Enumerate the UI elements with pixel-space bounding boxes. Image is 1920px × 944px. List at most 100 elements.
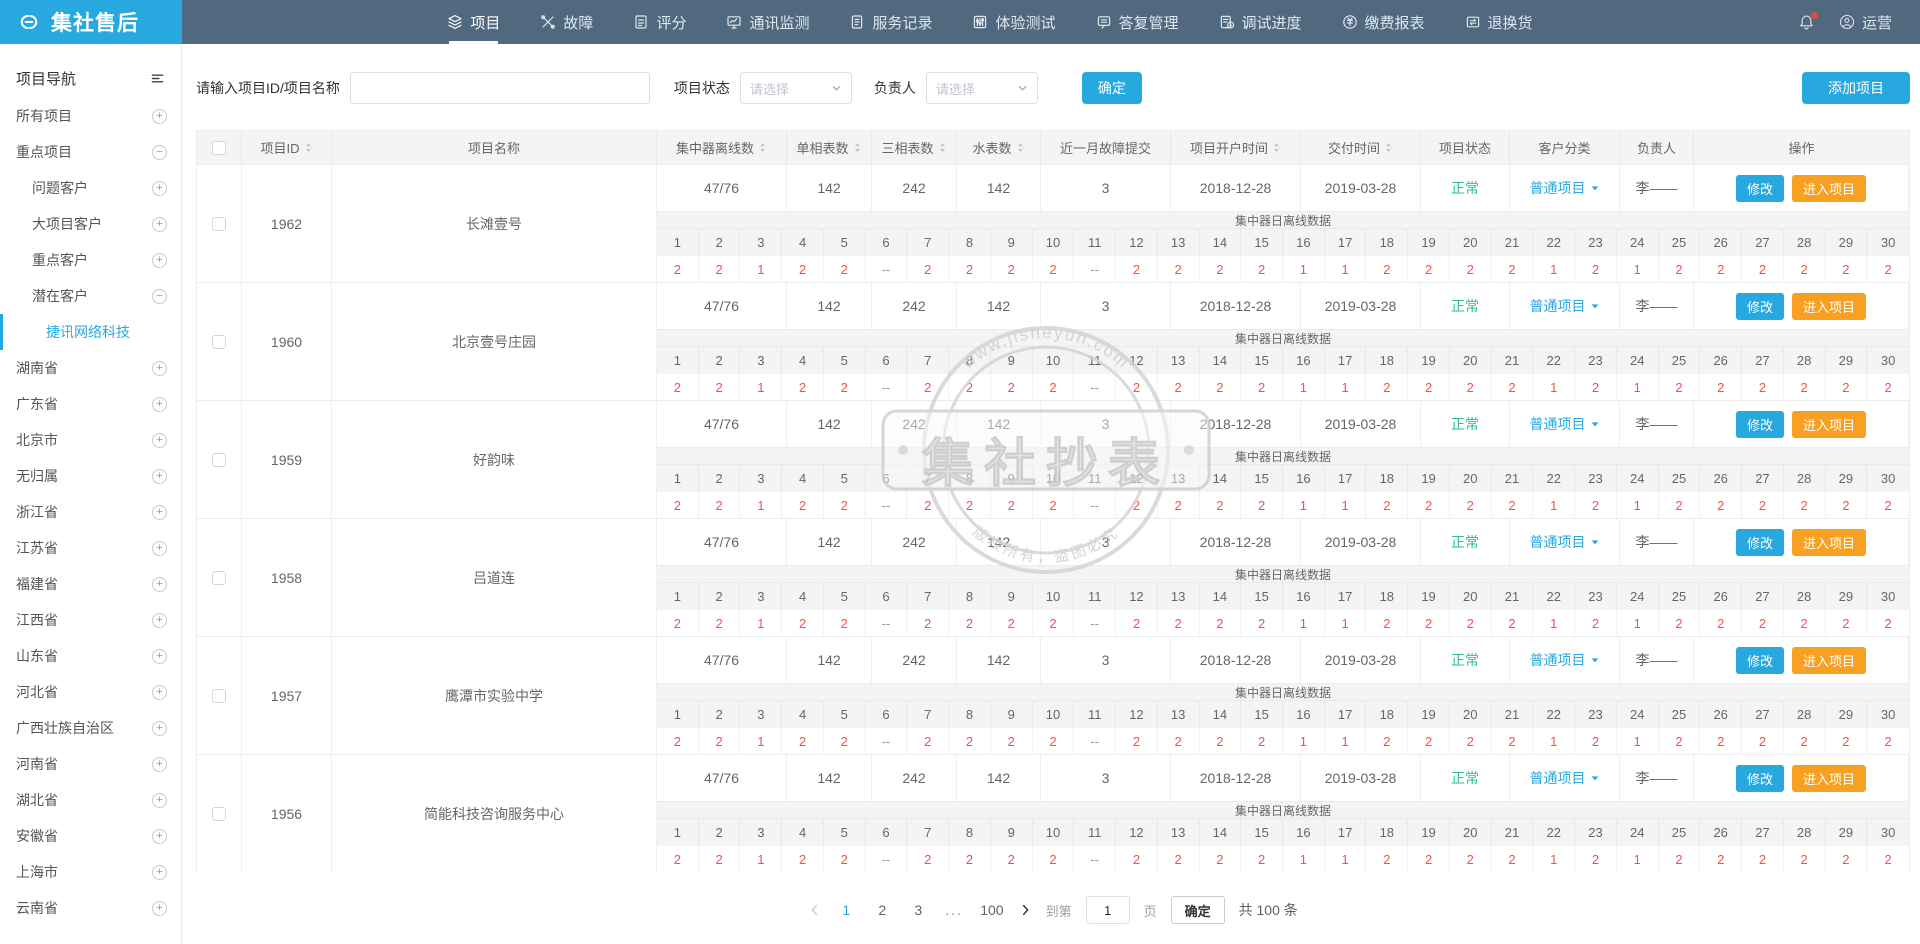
- next-page-button[interactable]: [1018, 903, 1032, 917]
- row-checkbox[interactable]: [212, 571, 226, 585]
- nav-item-returns[interactable]: 退换货: [1465, 0, 1533, 44]
- sidebar-item-guangdong[interactable]: 广东省+: [0, 386, 181, 422]
- edit-button[interactable]: 修改: [1736, 411, 1784, 438]
- customer-category-dropdown[interactable]: 普通项目: [1510, 283, 1620, 329]
- edit-button[interactable]: 修改: [1736, 647, 1784, 674]
- expand-icon[interactable]: +: [152, 901, 167, 916]
- add-project-button[interactable]: 添加项目: [1802, 72, 1910, 104]
- column-header-water-meters[interactable]: 水表数: [957, 131, 1041, 164]
- expand-icon[interactable]: +: [152, 757, 167, 772]
- sidebar-item-key-customers[interactable]: 重点客户+: [0, 242, 181, 278]
- enter-project-button[interactable]: 进入项目: [1792, 647, 1866, 674]
- nav-item-ratings[interactable]: 评分: [633, 0, 686, 44]
- enter-project-button[interactable]: 进入项目: [1792, 175, 1866, 202]
- nav-item-experience-test[interactable]: 体验测试: [972, 0, 1055, 44]
- collapse-icon[interactable]: −: [152, 289, 167, 304]
- column-header-three-phase-meters[interactable]: 三相表数: [872, 131, 957, 164]
- expand-icon[interactable]: +: [152, 721, 167, 736]
- nav-item-faults[interactable]: 故障: [540, 0, 593, 44]
- column-header-project-id[interactable]: 项目ID: [242, 131, 332, 164]
- notifications-button[interactable]: [1798, 14, 1815, 31]
- expand-icon[interactable]: +: [152, 397, 167, 412]
- enter-project-button[interactable]: 进入项目: [1792, 529, 1866, 556]
- customer-category-dropdown[interactable]: 普通项目: [1510, 165, 1620, 211]
- row-checkbox[interactable]: [212, 807, 226, 821]
- sidebar-item-anhui[interactable]: 安徽省+: [0, 818, 181, 854]
- customer-category-dropdown[interactable]: 普通项目: [1510, 755, 1620, 801]
- customer-category-dropdown[interactable]: 普通项目: [1510, 519, 1620, 565]
- sidebar-item-jiangxi[interactable]: 江西省+: [0, 602, 181, 638]
- nav-item-payment-reports[interactable]: 缴费报表: [1342, 0, 1425, 44]
- sidebar-item-henan[interactable]: 河南省+: [0, 746, 181, 782]
- enter-project-button[interactable]: 进入项目: [1792, 293, 1866, 320]
- enter-project-button[interactable]: 进入项目: [1792, 411, 1866, 438]
- sidebar-item-jiexun-network[interactable]: 捷讯网络科技: [0, 314, 181, 350]
- customer-category-dropdown[interactable]: 普通项目: [1510, 637, 1620, 683]
- column-header-concentrator-offline[interactable]: 集中器离线数: [657, 131, 787, 164]
- page-100[interactable]: 100: [980, 902, 1003, 918]
- prev-page-button[interactable]: [808, 903, 822, 917]
- row-checkbox[interactable]: [212, 335, 226, 349]
- sidebar-item-fujian[interactable]: 福建省+: [0, 566, 181, 602]
- row-checkbox[interactable]: [212, 217, 226, 231]
- sidebar-item-hebei[interactable]: 河北省+: [0, 674, 181, 710]
- edit-button[interactable]: 修改: [1736, 293, 1784, 320]
- edit-button[interactable]: 修改: [1736, 765, 1784, 792]
- sidebar-item-beijing[interactable]: 北京市+: [0, 422, 181, 458]
- expand-icon[interactable]: +: [152, 109, 167, 124]
- expand-icon[interactable]: +: [152, 217, 167, 232]
- column-header-open-date[interactable]: 项目开户时间: [1171, 131, 1301, 164]
- page-2[interactable]: 2: [872, 902, 892, 918]
- expand-icon[interactable]: +: [152, 541, 167, 556]
- edit-button[interactable]: 修改: [1736, 529, 1784, 556]
- expand-icon[interactable]: +: [152, 649, 167, 664]
- sidebar-item-potential-customers[interactable]: 潜在客户−: [0, 278, 181, 314]
- nav-item-debug-progress[interactable]: 调试进度: [1219, 0, 1302, 44]
- sidebar-item-all-projects[interactable]: 所有项目+: [0, 98, 181, 134]
- sidebar-item-yunnan[interactable]: 云南省+: [0, 890, 181, 926]
- expand-icon[interactable]: +: [152, 613, 167, 628]
- sidebar-item-key-projects[interactable]: 重点项目−: [0, 134, 181, 170]
- sidebar-item-guangxi[interactable]: 广西壮族自治区+: [0, 710, 181, 746]
- owner-select[interactable]: 请选择: [926, 72, 1038, 104]
- sidebar-item-unassigned[interactable]: 无归属+: [0, 458, 181, 494]
- hamburger-icon[interactable]: [150, 71, 165, 86]
- search-input[interactable]: [350, 72, 650, 104]
- expand-icon[interactable]: +: [152, 505, 167, 520]
- expand-icon[interactable]: +: [152, 865, 167, 880]
- nav-item-reply-management[interactable]: 答复管理: [1096, 0, 1179, 44]
- expand-icon[interactable]: +: [152, 253, 167, 268]
- sidebar-item-big-project-customers[interactable]: 大项目客户+: [0, 206, 181, 242]
- sidebar-item-shanghai[interactable]: 上海市+: [0, 854, 181, 890]
- enter-project-button[interactable]: 进入项目: [1792, 765, 1866, 792]
- nav-item-comm-monitor[interactable]: 通讯监测: [726, 0, 809, 44]
- expand-icon[interactable]: +: [152, 361, 167, 376]
- row-checkbox[interactable]: [212, 453, 226, 467]
- filter-confirm-button[interactable]: 确定: [1082, 72, 1142, 104]
- sidebar-item-hunan[interactable]: 湖南省+: [0, 350, 181, 386]
- nav-item-projects[interactable]: 项目: [447, 0, 500, 44]
- brand-logo[interactable]: 集社售后: [0, 0, 182, 44]
- sidebar-item-jiangsu[interactable]: 江苏省+: [0, 530, 181, 566]
- goto-page-input[interactable]: [1086, 896, 1130, 924]
- sidebar-item-problem-customers[interactable]: 问题客户+: [0, 170, 181, 206]
- sidebar-item-shandong[interactable]: 山东省+: [0, 638, 181, 674]
- row-checkbox[interactable]: [212, 689, 226, 703]
- expand-icon[interactable]: +: [152, 469, 167, 484]
- expand-icon[interactable]: +: [152, 793, 167, 808]
- expand-icon[interactable]: +: [152, 181, 167, 196]
- collapse-icon[interactable]: −: [152, 145, 167, 160]
- page-3[interactable]: 3: [908, 902, 928, 918]
- goto-confirm-button[interactable]: 确定: [1171, 896, 1225, 924]
- status-select[interactable]: 请选择: [740, 72, 852, 104]
- sidebar-item-hubei[interactable]: 湖北省+: [0, 782, 181, 818]
- expand-icon[interactable]: +: [152, 829, 167, 844]
- column-header-single-phase-meters[interactable]: 单相表数: [787, 131, 872, 164]
- user-menu[interactable]: 运营: [1839, 12, 1892, 33]
- customer-category-dropdown[interactable]: 普通项目: [1510, 401, 1620, 447]
- sidebar-item-zhejiang[interactable]: 浙江省+: [0, 494, 181, 530]
- column-header-deliver-date[interactable]: 交付时间: [1301, 131, 1421, 164]
- nav-item-service-records[interactable]: 服务记录: [849, 0, 932, 44]
- expand-icon[interactable]: +: [152, 577, 167, 592]
- expand-icon[interactable]: +: [152, 685, 167, 700]
